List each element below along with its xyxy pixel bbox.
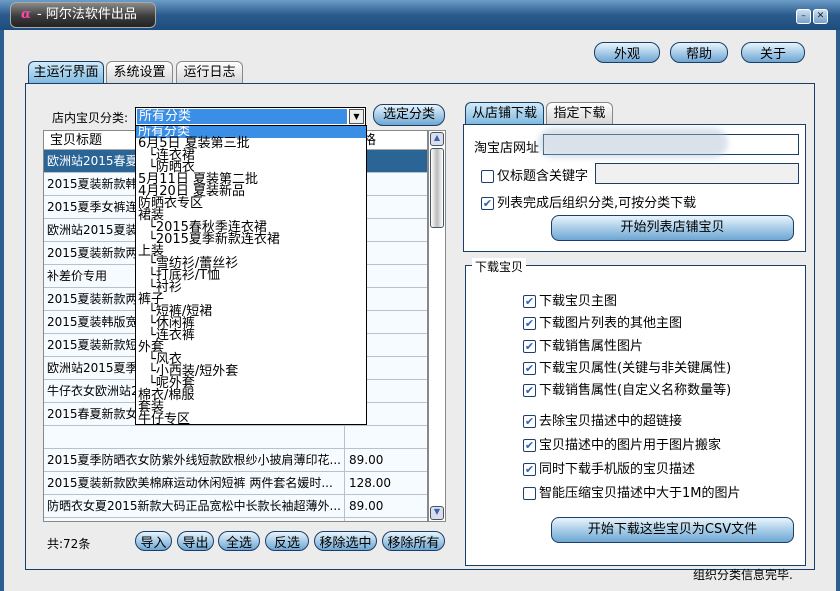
download-group-title: 下载宝贝 [472,258,527,275]
dropdown-option[interactable]: └连衣裤 [136,329,366,342]
keyword-only-checkbox[interactable]: 仅标题含关键字 [481,165,588,184]
download-option-checkbox[interactable]: ✔ 宝贝描述中的图片用于图片搬家 [523,434,721,453]
checkbox-label: 去除宝贝描述中的超链接 [539,414,683,429]
download-option-checkbox[interactable]: ✔ 下载宝贝主图 [523,290,617,309]
table-row[interactable] [44,426,427,449]
scroll-thumb[interactable] [430,148,444,228]
about-button[interactable]: 关于 [741,42,805,63]
row-title: 2015夏装新款欧美棉麻运动休闲短裤 两件套名媛时... [44,472,345,494]
table-scrollbar[interactable]: ▲ ▼ [428,130,446,522]
download-option-checkbox[interactable]: ✔ 下载图片列表的其他主图 [523,312,682,331]
checkbox-label: 宝贝描述中的图片用于图片搬家 [539,438,722,453]
tab-log[interactable]: 运行日志 [176,61,243,83]
checkmark-icon[interactable]: ✔ [523,317,536,330]
checkbox-label: 智能压缩宝贝描述中大于1M的图片 [539,486,741,501]
tab-specific-download[interactable]: 指定下载 [546,102,613,124]
table-row[interactable]: 2015夏装新款欧美棉麻运动休闲短裤 两件套名媛时... 128.00 [44,472,427,495]
download-option-checkbox[interactable]: ✔ 下载宝贝属性(关键与非关键属性) [523,357,731,376]
help-button[interactable]: 帮助 [670,42,728,63]
checkmark-icon[interactable]: ✔ [523,384,536,397]
row-price: 89.00 [349,499,384,513]
keyword-input[interactable] [595,163,799,184]
download-option-checkbox[interactable]: ✔ 同时下载手机版的宝贝描述 [523,458,695,477]
checkbox-label: 下载宝贝主图 [539,294,618,309]
row-title: 欧洲站时尚条纹拼接镶钻牛仔休闲套装女夏小香风圆... [44,518,345,521]
table-row[interactable]: 防晒衣女夏2015新款大码正品宽松中长款长袖超薄外... 89.00 [44,495,427,518]
checkmark-icon[interactable]: ✔ [523,439,536,452]
tab-main[interactable]: 主运行界面 [28,61,104,83]
start-list-shop-button[interactable]: 开始列表店铺宝贝 [551,215,794,241]
download-option-checkbox[interactable]: ✔ 下载销售属性(自定义名称数量等) [523,379,731,398]
checkbox-label: 下载销售属性图片 [539,339,644,354]
category-dropdown-list: 所有分类 6月5日 夏装第三批 └连衣裙 └防晒衣 5月11日 夏装第二批 4月20日 夏… [135,125,367,425]
tab-shop-download[interactable]: 从店铺下载 [465,102,544,124]
checkbox-label: 同时下载手机版的宝贝描述 [539,462,696,477]
checkmark-icon[interactable]: ✔ [523,340,536,353]
start-download-csv-button[interactable]: 开始下载这些宝贝为CSV文件 [551,517,794,543]
app-logo: α [21,7,32,22]
dropdown-option[interactable]: 棉衣/棉服 [136,389,366,402]
export-button[interactable]: 导出 [177,531,214,551]
checkbox-label: 下载宝贝属性(关键与非关键属性) [539,361,732,376]
checkbox-label: 下载销售属性(自定义名称数量等) [539,383,732,398]
row-title: 2015夏季防晒衣女防紫外线短款欧根纱小披肩薄印花... [44,449,345,471]
category-select[interactable]: 所有分类 ▼ [135,107,366,126]
table-row[interactable]: 2015夏季防晒衣女防紫外线短款欧根纱小披肩薄印花... 89.00 [44,449,427,472]
table-row[interactable]: 欧洲站时尚条纹拼接镶钻牛仔休闲套装女夏小香风圆...178.00 [44,518,427,521]
appearance-button[interactable]: 外观 [594,42,660,63]
checkbox-label: 下载图片列表的其他主图 [539,316,683,331]
tab-settings[interactable]: 系统设置 [106,61,173,83]
remove-all-button[interactable]: 移除所有 [382,531,445,551]
chevron-down-icon[interactable]: ▼ [349,109,364,124]
status-text: 组织分类信息完毕. [693,568,793,582]
minimize-icon[interactable]: – [796,9,811,24]
select-all-button[interactable]: 全选 [218,531,260,551]
organize-categories-checkbox[interactable]: ✔ 列表完成后组织分类,可按分类下载 [481,192,696,211]
checkbox-label: 列表完成后组织分类,可按分类下载 [497,196,697,211]
row-price: 128.00 [349,476,391,490]
shop-url-label: 淘宝店网址 [474,141,540,156]
window-title-text: - 阿尔法软件出品 [37,7,137,22]
checkmark-icon[interactable]: ✔ [523,362,536,375]
confirm-category-button[interactable]: 选定分类 [373,104,445,126]
scroll-down-icon[interactable]: ▼ [430,506,444,520]
checkbox-icon[interactable] [481,170,494,183]
category-selected-value: 所有分类 [137,109,347,124]
checkmark-icon[interactable]: ✔ [523,295,536,308]
import-button[interactable]: 导入 [135,531,172,551]
column-title[interactable]: 宝贝标题 [50,131,102,150]
category-label: 店内宝贝分类: [52,111,129,125]
remove-selected-button[interactable]: 移除选中 [314,531,377,551]
invert-selection-button[interactable]: 反选 [265,531,309,551]
window-title: α - 阿尔法软件出品 [10,2,156,28]
dropdown-option[interactable]: 牛仔专区 [136,413,366,424]
row-title [44,426,345,448]
dropdown-option[interactable]: └2015夏季新款连衣裙 [136,233,366,246]
redaction-smear [538,128,728,158]
checkbox-label: 仅标题含关键字 [497,169,589,184]
dropdown-option[interactable]: 防晒衣专区 [136,197,366,210]
item-count: 共:72条 [47,537,91,551]
close-icon[interactable]: ✕ [813,9,828,24]
scroll-up-icon[interactable]: ▲ [430,132,444,146]
download-option-checkbox[interactable]: ✔ 去除宝贝描述中的超链接 [523,410,682,429]
checkbox-icon[interactable] [523,487,536,500]
download-option-checkbox[interactable]: ✔ 下载销售属性图片 [523,335,643,354]
checkmark-icon[interactable]: ✔ [481,197,494,210]
row-price: 178.00 [346,518,391,521]
checkmark-icon[interactable]: ✔ [523,463,536,476]
checkmark-icon[interactable]: ✔ [523,415,536,428]
row-price: 89.00 [349,453,384,467]
dropdown-option[interactable]: └衬衫 [136,281,366,294]
download-option-checkbox[interactable]: 智能压缩宝贝描述中大于1M的图片 [523,482,741,501]
row-title: 防晒衣女夏2015新款大码正品宽松中长款长袖超薄外... [44,495,345,517]
